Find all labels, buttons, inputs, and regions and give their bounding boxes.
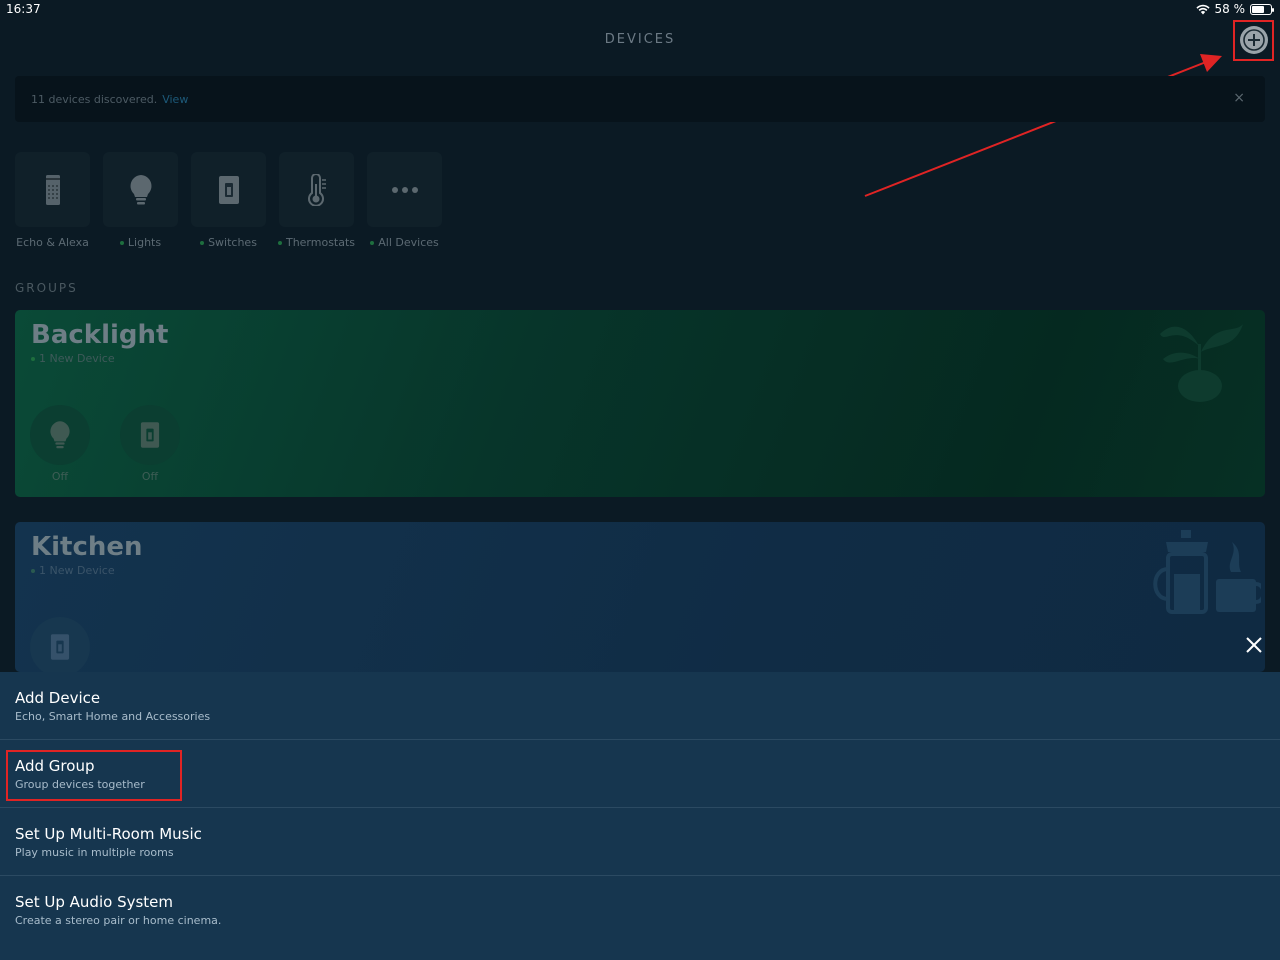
groups-heading: GROUPS (15, 281, 78, 295)
category-label: Thermostats (277, 236, 355, 249)
category-label: Switches (200, 236, 257, 249)
device-categories: Echo & Alexa Lights Switches Thermostats… (15, 152, 442, 249)
category-tile[interactable] (103, 152, 178, 227)
category-thermostats[interactable]: Thermostats (277, 152, 355, 249)
category-echo-alexa[interactable]: Echo & Alexa (15, 152, 90, 249)
switch-icon (50, 634, 70, 660)
discovery-banner: 11 devices discovered. View × (15, 76, 1265, 122)
category-switches[interactable]: Switches (191, 152, 266, 249)
option-title: Set Up Audio System (15, 893, 174, 911)
option-title: Add Device (15, 689, 101, 707)
group-device-switch[interactable]: Off (120, 405, 180, 483)
option-subtitle: Echo, Smart Home and Accessories (15, 710, 211, 723)
category-tile[interactable] (367, 152, 442, 227)
switch-icon (218, 175, 239, 204)
group-card-kitchen[interactable]: Kitchen 1 New Device (15, 522, 1265, 672)
echo-speaker-icon (45, 174, 60, 205)
light-bulb-icon (130, 174, 151, 204)
device-toggle[interactable] (30, 405, 90, 465)
group-title: Kitchen (31, 532, 143, 562)
option-subtitle: Create a stereo pair or home cinema. (15, 914, 222, 927)
device-toggle[interactable] (30, 617, 90, 672)
more-dots-icon (391, 186, 418, 193)
close-icon[interactable] (1244, 635, 1264, 655)
coffee-press-icon (1153, 530, 1261, 614)
switch-icon (140, 422, 160, 448)
add-group-option[interactable]: Add Group Group devices together (0, 740, 1280, 808)
light-bulb-icon (50, 421, 70, 449)
audio-system-option[interactable]: Set Up Audio System Create a stereo pair… (0, 876, 1280, 944)
option-subtitle: Play music in multiple rooms (15, 846, 174, 859)
device-toggle[interactable] (120, 405, 180, 465)
thermometer-icon (307, 173, 326, 206)
action-sheet: Add Device Echo, Smart Home and Accessor… (0, 672, 1280, 960)
option-title: Set Up Multi-Room Music (15, 825, 202, 843)
group-card-backlight[interactable]: Backlight 1 New Device Off Off (15, 310, 1265, 497)
group-subtitle: 1 New Device (31, 564, 115, 577)
device-state: Off (141, 470, 159, 483)
category-tile[interactable] (279, 152, 354, 227)
category-label: Echo & Alexa (16, 236, 89, 249)
discovery-text: 11 devices discovered. (31, 92, 158, 106)
add-device-option[interactable]: Add Device Echo, Smart Home and Accessor… (0, 672, 1280, 740)
group-title: Backlight (31, 320, 169, 350)
category-all-devices[interactable]: All Devices (367, 152, 442, 249)
category-tile[interactable] (191, 152, 266, 227)
discovery-view-link[interactable]: View (162, 93, 188, 106)
banner-close-icon[interactable]: × (1233, 90, 1245, 106)
multi-room-music-option[interactable]: Set Up Multi-Room Music Play music in mu… (0, 808, 1280, 876)
category-label: All Devices (370, 236, 439, 249)
device-state: Off (51, 470, 69, 483)
group-subtitle: 1 New Device (31, 352, 115, 365)
group-device-light[interactable]: Off (30, 405, 90, 483)
category-lights[interactable]: Lights (103, 152, 178, 249)
category-tile[interactable] (15, 152, 90, 227)
category-label: Lights (119, 236, 161, 249)
add-group-highlight (6, 750, 182, 801)
group-device-switch[interactable] (30, 617, 90, 672)
plant-icon (1160, 324, 1243, 402)
